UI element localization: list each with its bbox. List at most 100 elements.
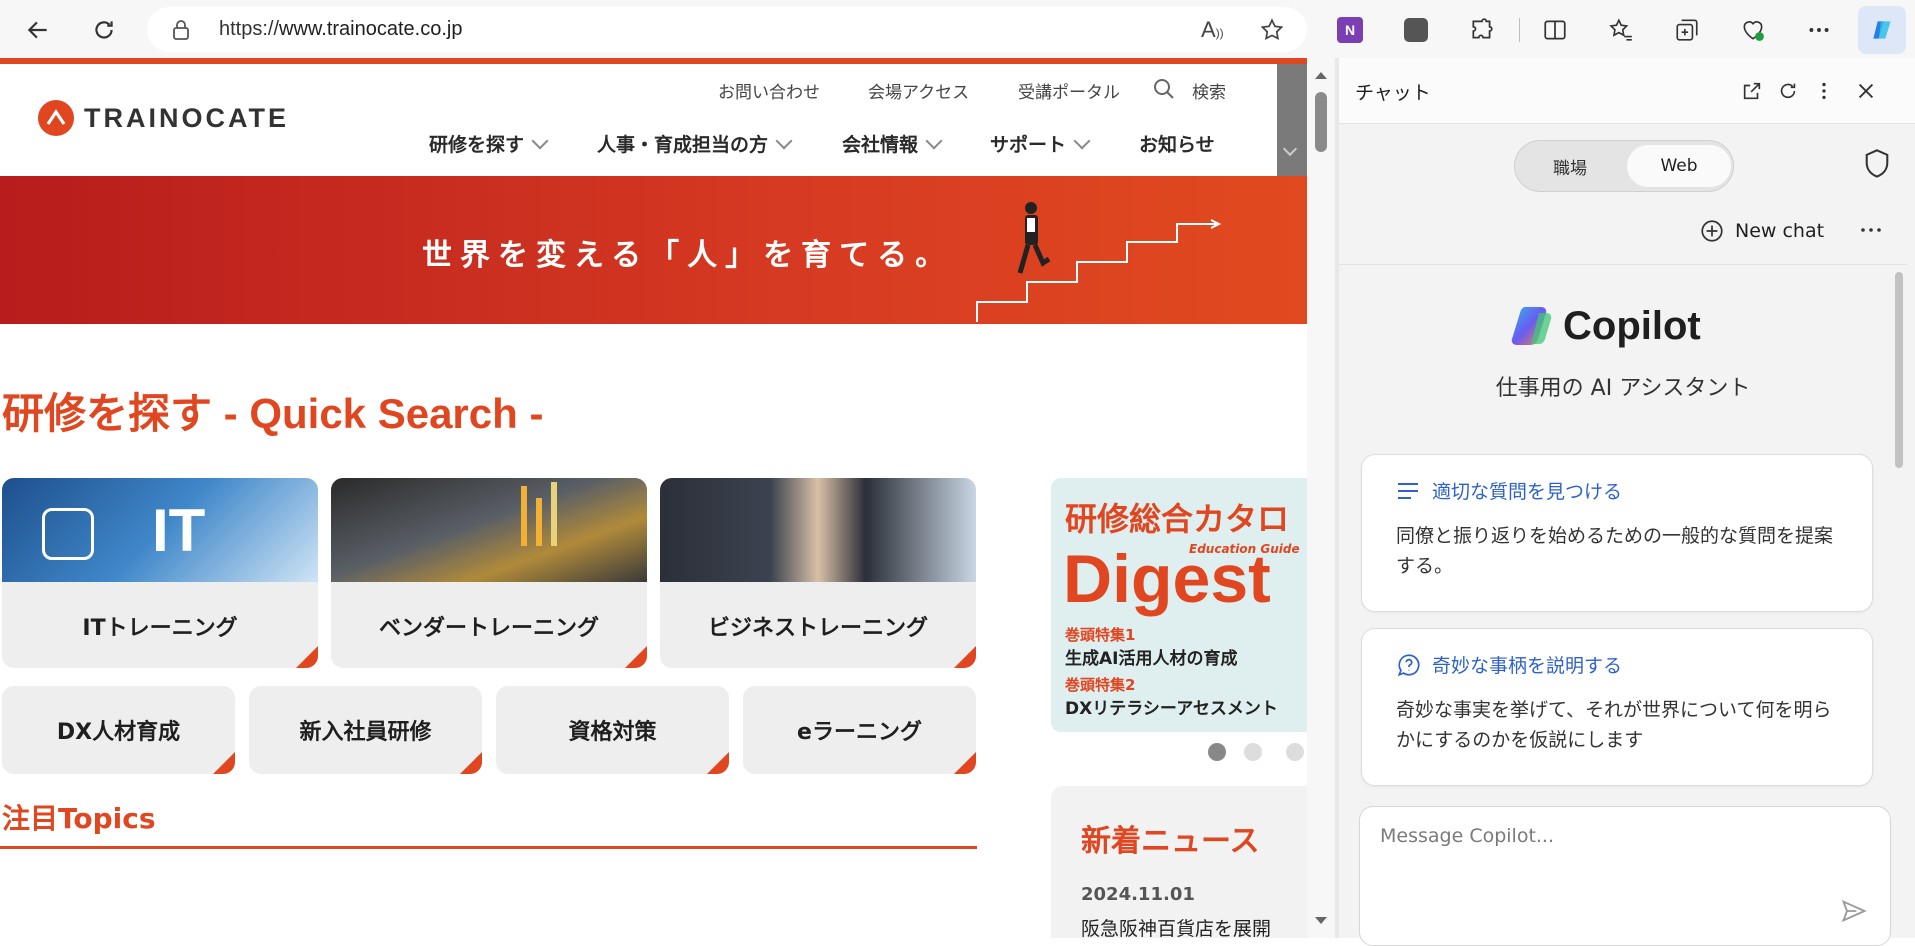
contact-link[interactable]: お問い合わせ <box>718 78 820 103</box>
stairs-illustration-icon <box>976 202 1222 322</box>
carousel-dot[interactable] <box>1244 743 1262 761</box>
nav-label: 研修を探す <box>429 134 525 156</box>
browser-toolbar: https://www.trainocate.co.jp A)) N <box>0 0 1915 58</box>
card-new-employee[interactable]: 新入社員研修 <box>249 686 482 774</box>
nav-label: お知らせ <box>1139 134 1215 156</box>
card-label: 資格対策 <box>568 720 657 745</box>
portal-link[interactable]: 受講ポータル <box>1018 78 1120 103</box>
url-text[interactable]: https://www.trainocate.co.jp <box>219 18 462 41</box>
onenote-extension-button[interactable]: N <box>1330 10 1370 50</box>
news-title: 新着ニュース <box>1081 824 1260 859</box>
bar-decoration <box>521 486 527 546</box>
search-icon[interactable] <box>1152 77 1176 101</box>
nav-label: サポート <box>990 134 1067 156</box>
chat-scrollbar-thumb[interactable] <box>1895 272 1903 468</box>
refresh-button[interactable] <box>84 10 124 50</box>
news-date: 2024.11.01 <box>1081 884 1195 905</box>
message-input[interactable] <box>1380 825 1850 847</box>
copilot-icon <box>1873 21 1891 39</box>
refresh-icon[interactable] <box>1777 80 1799 102</box>
scroll-up-arrow-icon[interactable] <box>1314 70 1328 80</box>
card-label: ビジネストレーニング <box>707 616 928 641</box>
nav-company[interactable]: 会社情報 <box>842 130 943 157</box>
copilot-title: Copilot <box>1563 303 1701 348</box>
card-elearning[interactable]: eラーニング <box>743 686 976 774</box>
question-bubble-icon <box>1397 653 1420 676</box>
read-aloud-label: A <box>1201 17 1216 42</box>
app-extension-icon <box>1404 18 1428 42</box>
chevron-down-icon <box>1282 141 1298 157</box>
read-aloud-icon[interactable]: A)) <box>1201 17 1224 43</box>
nav-hr[interactable]: 人事・育成担当の方 <box>597 130 793 157</box>
logo-text: TRAINOCATE <box>84 102 289 133</box>
site-logo[interactable]: TRAINOCATE <box>38 100 289 136</box>
card-label: ITトレーニング <box>82 616 238 641</box>
browser-essentials-button[interactable] <box>1733 10 1773 50</box>
shield-icon[interactable] <box>1863 148 1891 180</box>
scrollbar-thumb[interactable] <box>1315 92 1327 152</box>
card-dx-talent[interactable]: DX人材育成 <box>2 686 235 774</box>
send-icon[interactable] <box>1840 897 1868 925</box>
access-link[interactable]: 会場アクセス <box>868 78 969 103</box>
message-composer[interactable] <box>1359 806 1891 946</box>
feature2-label: 巻頭特集2 <box>1065 676 1136 694</box>
favorite-star-icon[interactable] <box>1259 17 1285 43</box>
quick-search-title: 研修を探す - Quick Search - <box>2 390 544 437</box>
copilot-logo-icon <box>1511 307 1552 345</box>
suggestion-card[interactable]: 奇妙な事柄を説明する 奇妙な事実を挙げて、それが世界について何を明らかにするのか… <box>1361 628 1873 786</box>
toolbar-separator <box>1519 18 1520 42</box>
collections-button[interactable] <box>1667 10 1707 50</box>
chevron-down-icon <box>1073 132 1091 149</box>
corner-mark <box>625 646 647 668</box>
extensions-button[interactable] <box>1462 10 1502 50</box>
toggle-web[interactable]: Web <box>1627 145 1731 187</box>
extension-button[interactable] <box>1396 10 1436 50</box>
pane-header: チャット <box>1339 58 1915 124</box>
favorites-button[interactable] <box>1601 10 1641 50</box>
catalog-banner[interactable]: 研修総合カタロ Education Guide Digest 巻頭特集1 生成A… <box>1051 478 1307 732</box>
toggle-work[interactable]: 職場 <box>1515 141 1625 191</box>
nav-find-training[interactable]: 研修を探す <box>429 130 549 157</box>
nav-label: 人事・育成担当の方 <box>597 134 769 156</box>
scroll-down-arrow-icon[interactable] <box>1314 916 1328 926</box>
card-vendor-training[interactable]: ベンダートレーニング <box>331 478 647 668</box>
refresh-icon <box>95 21 113 39</box>
carousel-dot[interactable] <box>1286 743 1304 761</box>
feature2-text: DXリテラシーアセスメント <box>1065 699 1278 719</box>
split-screen-button[interactable] <box>1535 10 1575 50</box>
catalog-big-title: Digest <box>1063 541 1271 617</box>
copilot-button[interactable] <box>1858 6 1906 54</box>
feature1-text: 生成AI活用人材の育成 <box>1065 649 1238 669</box>
chevron-down-icon <box>531 132 549 149</box>
card-it-training[interactable]: IT ITトレーニング <box>2 478 318 668</box>
lines-icon <box>1398 482 1418 499</box>
close-icon[interactable] <box>1855 80 1877 102</box>
card-label: DX人材育成 <box>56 720 181 745</box>
suggestion-body: 奇妙な事実を挙げて、それが世界について何を明らかにするのかを仮説にします <box>1396 699 1832 751</box>
nav-news[interactable]: お知らせ <box>1139 130 1215 157</box>
mode-toggle[interactable]: 職場 Web <box>1514 140 1734 192</box>
more-dots-icon[interactable] <box>1859 224 1883 236</box>
copilot-subtitle: 仕事用の AI アシスタント <box>1495 376 1751 401</box>
more-options-button[interactable] <box>1799 10 1839 50</box>
news-panel: 新着ニュース 2024.11.01 阪急阪神百貨店を展開 <box>1051 786 1307 938</box>
card-certification[interactable]: 資格対策 <box>496 686 729 774</box>
carousel-dot-active[interactable] <box>1208 743 1226 761</box>
card-image-text: IT <box>152 497 206 564</box>
page-scrollbar[interactable] <box>1307 58 1335 938</box>
card-business-training[interactable]: ビジネストレーニング <box>660 478 976 668</box>
split-screen-icon <box>1544 20 1566 40</box>
nav-label: 会社情報 <box>842 134 919 156</box>
catalog-title: 研修総合カタロ <box>1065 500 1290 538</box>
topics-title: 注目Topics <box>2 802 156 835</box>
search-link[interactable]: 検索 <box>1192 78 1226 103</box>
back-button[interactable] <box>18 10 58 50</box>
suggestion-card[interactable]: 適切な質問を見つける 同僚と振り返りを始めるための一般的な質問を提案する。 <box>1361 454 1873 612</box>
address-bar[interactable]: https://www.trainocate.co.jp A)) <box>147 7 1307 52</box>
more-vertical-icon[interactable] <box>1813 80 1835 102</box>
news-headline[interactable]: 阪急阪神百貨店を展開 <box>1081 914 1271 938</box>
open-in-new-icon[interactable] <box>1741 80 1763 102</box>
logo-mark-icon <box>38 100 74 136</box>
new-chat-button[interactable]: New chat <box>1699 218 1824 244</box>
nav-support[interactable]: サポート <box>990 130 1091 157</box>
